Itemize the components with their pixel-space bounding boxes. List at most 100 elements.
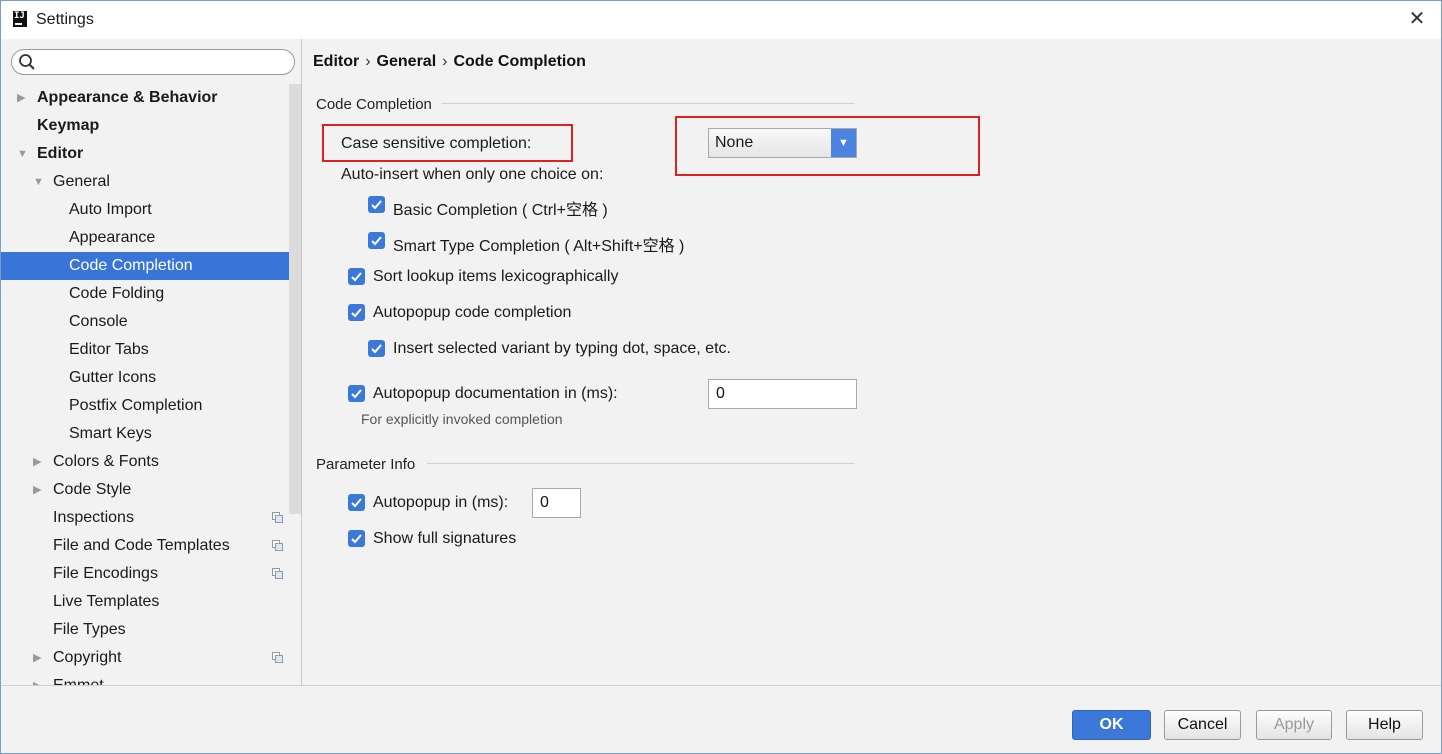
- sidebar-scrollbar[interactable]: [289, 84, 301, 514]
- project-settings-icon: [272, 652, 283, 663]
- checkmark-icon: [371, 344, 382, 354]
- collapse-arrow-icon[interactable]: ▼: [17, 140, 29, 168]
- collapse-arrow-icon[interactable]: ▼: [33, 168, 45, 196]
- tree-item-auto-import[interactable]: Auto Import: [1, 196, 289, 224]
- tree-item-label: Postfix Completion: [69, 397, 203, 414]
- project-settings-icon: [272, 568, 283, 579]
- checkmark-icon: [351, 389, 362, 399]
- tree-item-file-code-templates[interactable]: File and Code Templates: [1, 532, 289, 560]
- smart-type-completion-checkbox[interactable]: [368, 232, 385, 249]
- tree-item-gutter-icons[interactable]: Gutter Icons: [1, 364, 289, 392]
- settings-tree: ▶ Appearance & Behavior Keymap ▼ Editor …: [1, 84, 289, 685]
- tree-item-appearance-behavior[interactable]: ▶ Appearance & Behavior: [1, 84, 289, 112]
- autopopup-doc-input[interactable]: [708, 379, 857, 409]
- search-icon: [19, 54, 35, 70]
- tree-item-appearance[interactable]: Appearance: [1, 224, 289, 252]
- settings-sidebar: ▶ Appearance & Behavior Keymap ▼ Editor …: [1, 39, 302, 685]
- settings-content: Editor › General › Code Completion Code Comp…: [303, 39, 1441, 685]
- tree-item-label: Code Folding: [69, 285, 165, 302]
- tree-item-smart-keys[interactable]: Smart Keys: [1, 420, 289, 448]
- autopopup-code-label: Autopopup code completion: [373, 304, 572, 321]
- tree-item-file-types[interactable]: File Types: [1, 616, 289, 644]
- basic-completion-label: Basic Completion ( Ctrl+空格 ): [393, 202, 608, 219]
- show-full-signatures-checkbox[interactable]: [348, 530, 365, 547]
- tree-item-label: Console: [69, 313, 128, 330]
- breadcrumb-code-completion: Code Completion: [453, 53, 586, 70]
- tree-item-postfix-completion[interactable]: Postfix Completion: [1, 392, 289, 420]
- project-settings-icon: [272, 512, 283, 523]
- tree-item-label: Code Completion: [69, 257, 193, 274]
- search-input[interactable]: [40, 52, 280, 72]
- checkmark-icon: [371, 200, 382, 210]
- breadcrumb: Editor › General › Code Completion: [313, 53, 586, 71]
- checkmark-icon: [351, 308, 362, 318]
- tree-item-label: File Types: [53, 621, 126, 638]
- tree-item-label: Appearance: [69, 229, 156, 246]
- breadcrumb-separator: ›: [365, 53, 371, 70]
- ok-button[interactable]: OK: [1072, 710, 1151, 740]
- tree-item-general[interactable]: ▼ General: [1, 168, 289, 196]
- project-settings-icon: [272, 540, 283, 551]
- tree-item-label: Keymap: [37, 117, 100, 134]
- cancel-button[interactable]: Cancel: [1164, 710, 1241, 740]
- tree-item-label: Colors & Fonts: [53, 453, 159, 470]
- red-highlight-box-dropdown: [675, 116, 980, 176]
- tree-item-label: File and Code Templates: [53, 537, 230, 554]
- intellij-app-icon: IJ: [13, 11, 27, 27]
- tree-item-label: Gutter Icons: [69, 369, 157, 386]
- tree-item-label: Editor: [37, 145, 84, 162]
- breadcrumb-separator: ›: [442, 53, 448, 70]
- tree-item-label: Live Templates: [53, 593, 160, 610]
- tree-item-copyright[interactable]: ▶ Copyright: [1, 644, 289, 672]
- tree-item-label: Auto Import: [69, 201, 152, 218]
- param-autopopup-input[interactable]: [532, 488, 581, 518]
- tree-item-live-templates[interactable]: Live Templates: [1, 588, 289, 616]
- smart-type-completion-label: Smart Type Completion ( Alt+Shift+空格 ): [393, 238, 685, 255]
- checkmark-icon: [351, 498, 362, 508]
- title-bar: IJ Settings ✕: [1, 1, 1441, 39]
- tree-item-code-completion[interactable]: Code Completion: [1, 252, 289, 280]
- tree-item-code-folding[interactable]: Code Folding: [1, 280, 289, 308]
- param-autopopup-checkbox[interactable]: [348, 494, 365, 511]
- tree-item-colors-fonts[interactable]: ▶ Colors & Fonts: [1, 448, 289, 476]
- insert-selected-checkbox[interactable]: [368, 340, 385, 357]
- breadcrumb-editor: Editor: [313, 53, 360, 70]
- tree-item-editor[interactable]: ▼ Editor: [1, 140, 289, 168]
- expand-arrow-icon[interactable]: ▶: [33, 476, 45, 504]
- expand-arrow-icon[interactable]: ▶: [33, 448, 45, 476]
- settings-dialog: IJ Settings ✕ ▶ Appearance & Behavior Ke…: [0, 0, 1442, 754]
- tree-item-editor-tabs[interactable]: Editor Tabs: [1, 336, 289, 364]
- close-icon[interactable]: ✕: [1405, 7, 1429, 31]
- expand-arrow-icon[interactable]: ▶: [33, 644, 45, 672]
- autopopup-doc-checkbox[interactable]: [348, 385, 365, 402]
- apply-button[interactable]: Apply: [1256, 710, 1332, 740]
- section-divider: [427, 463, 855, 464]
- tree-item-label: File Encodings: [53, 565, 158, 582]
- autopopup-code-checkbox[interactable]: [348, 304, 365, 321]
- show-full-signatures-label: Show full signatures: [373, 530, 517, 547]
- tree-item-label: Code Style: [53, 481, 132, 498]
- tree-item-keymap[interactable]: Keymap: [1, 112, 289, 140]
- section-divider: [441, 103, 855, 104]
- tree-item-label: Editor Tabs: [69, 341, 149, 358]
- auto-insert-label: Auto-insert when only one choice on:: [341, 166, 604, 183]
- sort-lookup-checkbox[interactable]: [348, 268, 365, 285]
- tree-item-inspections[interactable]: Inspections: [1, 504, 289, 532]
- tree-item-emmet[interactable]: ▶ Emmet: [1, 672, 289, 685]
- tree-item-file-encodings[interactable]: File Encodings: [1, 560, 289, 588]
- tree-item-label: Smart Keys: [69, 425, 152, 442]
- tree-item-console[interactable]: Console: [1, 308, 289, 336]
- expand-arrow-icon[interactable]: ▶: [17, 84, 29, 112]
- checkmark-icon: [351, 534, 362, 544]
- breadcrumb-general: General: [376, 53, 437, 70]
- param-autopopup-label: Autopopup in (ms):: [373, 494, 509, 511]
- tree-item-code-style[interactable]: ▶ Code Style: [1, 476, 289, 504]
- red-highlight-box-label: [322, 124, 573, 162]
- help-button[interactable]: Help: [1346, 710, 1423, 740]
- search-box[interactable]: [11, 49, 295, 75]
- checkmark-icon: [371, 236, 382, 246]
- basic-completion-checkbox[interactable]: [368, 196, 385, 213]
- insert-selected-label: Insert selected variant by typing dot, s…: [393, 340, 731, 357]
- expand-arrow-icon[interactable]: ▶: [33, 672, 45, 685]
- window-title: Settings: [36, 11, 94, 28]
